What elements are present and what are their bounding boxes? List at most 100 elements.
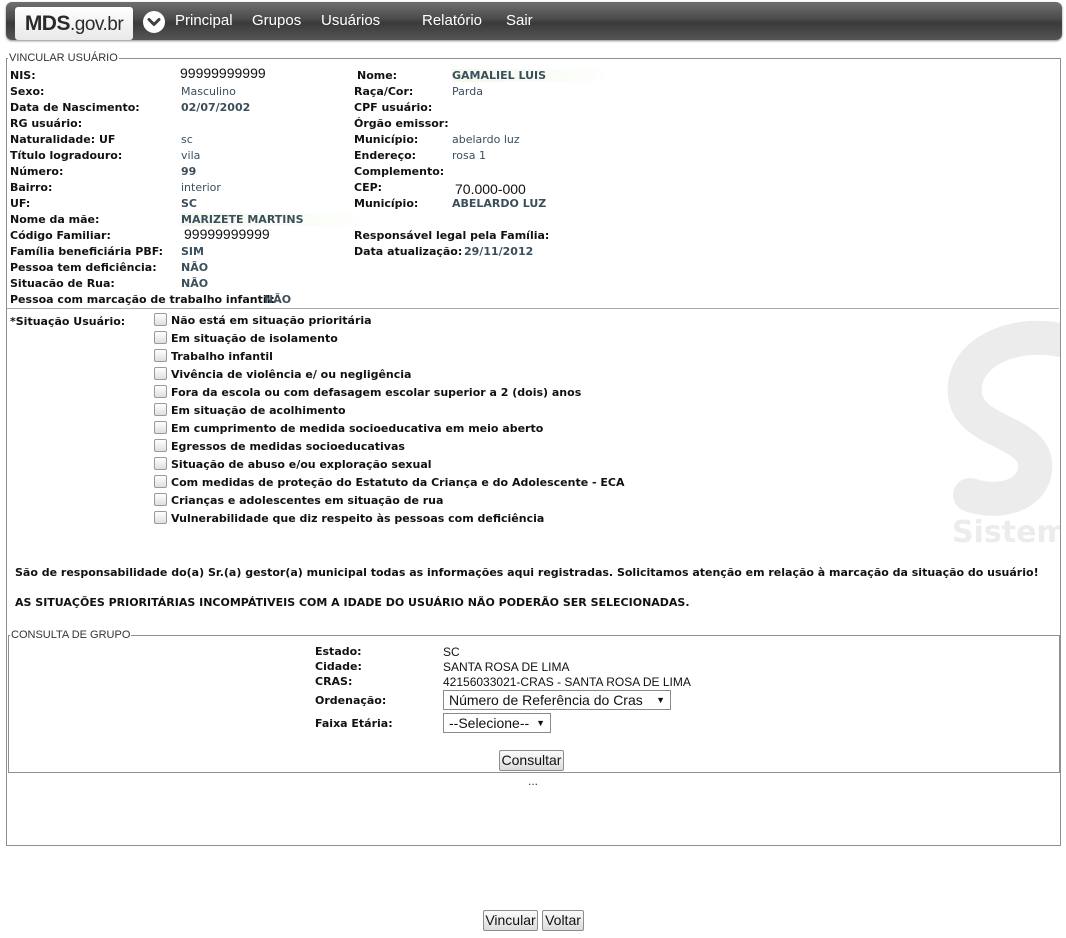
situacao-option-label: Vulnerabilidade que diz respeito às pess… <box>171 512 545 525</box>
naturalidade-value: sc <box>181 133 193 146</box>
cras-label: CRAS: <box>315 675 353 688</box>
cidade-label: Cidade: <box>315 660 362 673</box>
bairro-label: Bairro: <box>10 181 53 194</box>
data-atualizacao-label: Data atualização: <box>354 245 463 258</box>
dropdown-arrow-icon: ▼ <box>656 695 665 705</box>
logo-bold-text: MDS <box>24 12 71 35</box>
watermark-text: Sistema <box>952 515 1060 550</box>
estado-value: SC <box>443 645 460 659</box>
situacao-checkbox[interactable] <box>154 457 167 470</box>
situacao-option-label: Trabalho infantil <box>171 350 273 363</box>
dropdown-arrow-icon: ▼ <box>536 718 545 728</box>
bairro-value: interior <box>181 181 221 194</box>
nav-principal[interactable]: Principal <box>175 12 233 29</box>
situacao-checkbox[interactable] <box>154 331 167 344</box>
situacao-option-label: Egressos de medidas socioeducativas <box>171 440 405 453</box>
situacao-rua-value: NÃO <box>181 277 209 290</box>
situacao-checkbox[interactable] <box>154 493 167 506</box>
nis-value: 99999999999 <box>180 65 266 81</box>
raca-label: Raça/Cor: <box>354 85 414 98</box>
age-restriction-notice: AS SITUAÇÕES PRIORITÁRIAS INCOMPÁTIVEIS … <box>15 596 690 609</box>
uf-label: UF: <box>10 197 31 210</box>
numero-value: 99 <box>181 165 197 178</box>
uf-value: SC <box>181 197 197 210</box>
codigo-familiar-label: Código Familiar: <box>10 229 111 242</box>
ordenacao-select[interactable]: Número de Referência do Cras ▼ <box>443 690 671 710</box>
nav-grupos[interactable]: Grupos <box>252 12 301 29</box>
complemento-label: Complemento: <box>354 165 445 178</box>
faixa-etaria-selected: --Selecione-- <box>449 715 530 731</box>
pbf-label: Família beneficiária PBF: <box>10 245 164 258</box>
cep-label: CEP: <box>354 181 383 194</box>
cidade-value: SANTA ROSA DE LIMA <box>443 660 570 674</box>
pbf-value: SIM <box>181 245 204 258</box>
situacao-checkbox[interactable] <box>154 439 167 452</box>
vincular-usuario-legend: VINCULAR USUÁRIO <box>8 52 119 64</box>
cras-value: 42156033021-CRAS - SANTA ROSA DE LIMA <box>443 675 691 689</box>
faixa-etaria-select[interactable]: --Selecione-- ▼ <box>443 713 551 733</box>
situacao-option-label: Situação de abuso e/ou exploração sexual <box>171 458 432 471</box>
situacao-option-label: Crianças e adolescentes em situação de r… <box>171 494 444 507</box>
data-atualizacao-value: 29/11/2012 <box>464 245 534 258</box>
trabalho-infantil-value: NÃO <box>264 293 292 306</box>
chevron-down-circle-icon[interactable] <box>143 11 165 33</box>
nav-usuarios[interactable]: Usuários <box>321 12 380 29</box>
situacao-usuario-label: *Situação Usuário: <box>10 315 126 328</box>
municipio-label: Município: <box>354 197 419 210</box>
endereco-label: Endereço: <box>354 149 417 162</box>
situacao-option-label: Não está em situação prioritária <box>171 314 372 327</box>
municipio-naturalidade-value: abelardo luz <box>452 133 520 146</box>
situacao-checkbox[interactable] <box>154 313 167 326</box>
consultar-button[interactable]: Consultar <box>499 750 564 771</box>
sexo-value: Masculino <box>181 85 236 98</box>
sexo-label: Sexo: <box>10 85 45 98</box>
raca-value: Parda <box>452 85 483 98</box>
nome-label: Nome: <box>357 69 398 82</box>
codigo-familiar-value: 99999999999 <box>184 226 270 242</box>
cep-value: 70.000-000 <box>455 181 526 197</box>
estado-label: Estado: <box>315 645 362 658</box>
orgao-emissor-label: Órgão emissor: <box>354 117 449 130</box>
nascimento-label: Data de Nascimento: <box>10 101 140 114</box>
situacao-checkbox[interactable] <box>154 421 167 434</box>
nascimento-value: 02/07/2002 <box>181 101 251 114</box>
situacao-checkbox[interactable] <box>154 475 167 488</box>
trabalho-infantil-label: Pessoa com marcação de trabalho infantil… <box>10 293 275 306</box>
mae-label: Nome da mãe: <box>10 213 100 226</box>
nav-sair[interactable]: Sair <box>506 12 533 29</box>
situacao-option-label: Em situação de acolhimento <box>171 404 346 417</box>
navigation-bar: MDS.gov.br Principal Grupos Usuários Rel… <box>6 2 1062 40</box>
mds-logo[interactable]: MDS.gov.br <box>15 7 133 40</box>
situacao-checkbox[interactable] <box>154 403 167 416</box>
faixa-etaria-label: Faixa Etária: <box>315 717 393 730</box>
top-header: MDS.gov.br Principal Grupos Usuários Rel… <box>0 0 1066 42</box>
voltar-button[interactable]: Voltar <box>542 910 584 931</box>
vincular-button[interactable]: Vincular <box>483 910 538 931</box>
naturalidade-label: Naturalidade: UF <box>10 133 116 146</box>
situacao-option-label: Em situação de isolamento <box>171 332 338 345</box>
mae-value: MARIZETE MARTINS <box>181 213 374 226</box>
titulo-label: Título logradouro: <box>10 149 123 162</box>
situacao-checkbox[interactable] <box>154 511 167 524</box>
nav-relatorio[interactable]: Relatório <box>422 12 482 29</box>
cpf-label: CPF usuário: <box>354 101 433 114</box>
sistema-watermark: Sistema <box>940 320 1060 550</box>
situacao-option-label: Em cumprimento de medida socioeducativa … <box>171 422 544 435</box>
numero-label: Número: <box>10 165 64 178</box>
nome-value: GAMALIEL LUIS <box>452 69 617 82</box>
responsavel-label: Responsável legal pela Família: <box>354 229 550 242</box>
consulta-grupo-legend: CONSULTA DE GRUPO <box>10 629 132 641</box>
section-divider <box>7 308 1059 309</box>
municipio-naturalidade-label: Município: <box>354 133 419 146</box>
logo-domain-text: .gov.br <box>69 14 124 35</box>
responsibility-notice: São de responsabilidade do(a) Sr.(a) ges… <box>15 566 1039 579</box>
rg-label: RG usuário: <box>10 117 83 130</box>
situacao-checkbox[interactable] <box>154 367 167 380</box>
results-placeholder: ... <box>528 774 539 788</box>
titulo-value: vila <box>181 149 201 162</box>
situacao-checkbox[interactable] <box>154 349 167 362</box>
situacao-rua-label: Situacão de Rua: <box>10 277 115 290</box>
ordenacao-selected: Número de Referência do Cras <box>449 692 643 708</box>
situacao-checkbox[interactable] <box>154 385 167 398</box>
nis-label: NIS: <box>10 69 36 82</box>
